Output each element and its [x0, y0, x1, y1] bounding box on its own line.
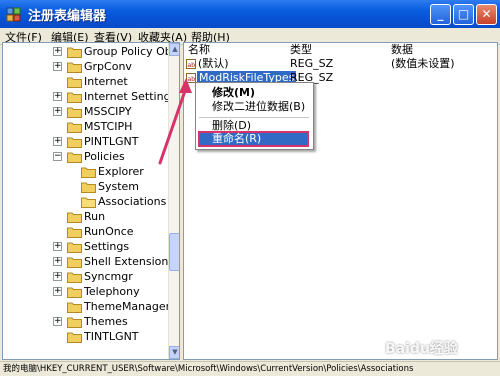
tree-item[interactable]: + Telephony	[3, 284, 167, 299]
tree-item-label: Group Policy Object	[84, 45, 179, 58]
maximize-icon[interactable]: □	[453, 4, 474, 25]
folder-icon	[67, 257, 82, 268]
expand-icon[interactable]: +	[53, 137, 62, 146]
folder-icon	[67, 242, 82, 253]
folder-icon	[67, 122, 82, 133]
folder-icon	[67, 287, 82, 298]
svg-text:ab: ab	[187, 61, 195, 69]
minimize-icon[interactable]: _	[430, 4, 451, 25]
expand-icon[interactable]: +	[53, 242, 62, 251]
tree-item-label: MSTCIPH	[84, 120, 133, 133]
menu-item-modify[interactable]: 修改(M)	[212, 85, 255, 100]
tree-item-label: MSSCIPY	[84, 105, 132, 118]
folder-icon	[67, 107, 82, 118]
value-name: (默认)	[198, 57, 229, 70]
folder-icon	[81, 182, 96, 193]
folder-icon	[67, 47, 82, 58]
expand-icon[interactable]: +	[53, 317, 62, 326]
expand-icon[interactable]: +	[53, 287, 62, 296]
folder-icon	[67, 227, 82, 238]
tree-item[interactable]: MSTCIPH	[3, 119, 167, 134]
collapse-icon[interactable]: −	[53, 152, 62, 161]
regedit-window: 注册表编辑器 _ □ ✕ 文件(F) 编辑(E) 查看(V) 收藏夹(A) 帮助…	[0, 0, 500, 376]
tree-item[interactable]: TINTLGNT	[3, 329, 167, 344]
folder-icon	[67, 272, 82, 283]
tree-item[interactable]: + Shell Extensions	[3, 254, 174, 269]
folder-icon	[67, 62, 82, 73]
folder-icon	[67, 92, 82, 103]
menu-item-modify-binary[interactable]: 修改二进位数据(B)	[212, 99, 305, 114]
folder-icon	[67, 302, 82, 313]
window-title: 注册表编辑器	[28, 9, 107, 24]
column-header-type[interactable]: 类型	[290, 43, 312, 57]
key-tree-pane[interactable]: + Group Policy Object + GrpConv Internet + Int…	[2, 42, 180, 360]
folder-icon	[67, 137, 82, 148]
tree-item[interactable]: + Syncmgr	[3, 269, 167, 284]
tree-item-label: GrpConv	[84, 60, 132, 73]
folder-icon	[67, 152, 82, 163]
tree-item[interactable]: + Settings	[3, 239, 167, 254]
tree-item-label: Internet Settings	[84, 90, 177, 103]
tree-item-label: Shell Extensions	[84, 255, 175, 268]
expand-icon[interactable]: +	[53, 272, 62, 281]
scroll-up-icon[interactable]: ▲	[169, 43, 179, 56]
value-type: REG_SZ	[290, 57, 334, 70]
tree-item[interactable]: + PINTLGNT	[3, 134, 167, 149]
tree-item-label: TINTLGNT	[84, 330, 139, 343]
folder-icon	[81, 197, 96, 208]
tree-scrollbar[interactable]: ▲ ▼	[168, 43, 179, 359]
status-path: 我的电脑\HKEY_CURRENT_USER\Software\Microsof…	[3, 364, 414, 374]
tree-item-label: Telephony	[84, 285, 140, 298]
folder-icon	[67, 332, 82, 343]
folder-icon	[67, 317, 82, 328]
tree-item[interactable]: ThemeManager	[3, 299, 171, 314]
scroll-down-icon[interactable]: ▼	[169, 346, 179, 359]
tree-item[interactable]: Run	[3, 209, 167, 224]
tree-item-label: System	[98, 180, 140, 193]
expand-icon[interactable]: +	[53, 62, 62, 71]
folder-icon	[67, 212, 82, 223]
tree-item-label: PINTLGNT	[84, 135, 139, 148]
expand-icon[interactable]: +	[53, 257, 62, 266]
value-data: (数值未设置)	[391, 57, 455, 70]
menu-item-rename[interactable]: 重命名(R)	[212, 131, 261, 146]
tree-item-label: Settings	[84, 240, 130, 253]
tree-item-label: Run	[84, 210, 106, 223]
tree-item-label: Themes	[84, 315, 128, 328]
tree-item[interactable]: + Internet Settings	[3, 89, 176, 104]
scroll-thumb[interactable]	[169, 233, 179, 271]
folder-icon	[67, 77, 82, 88]
tree-item-label: ThemeManager	[84, 300, 171, 313]
tree-item[interactable]: Associations	[3, 194, 167, 209]
tree-item[interactable]: Explorer	[3, 164, 167, 179]
title-bar[interactable]: 注册表编辑器 _ □ ✕	[0, 0, 500, 29]
tree-item-label: Syncmgr	[84, 270, 133, 283]
expand-icon[interactable]: +	[53, 92, 62, 101]
expand-icon[interactable]: +	[53, 107, 62, 116]
status-bar: 我的电脑\HKEY_CURRENT_USER\Software\Microsof…	[0, 361, 500, 376]
tree-item[interactable]: − Policies	[3, 149, 167, 164]
column-header-name[interactable]: 名称	[188, 43, 210, 57]
tree-item[interactable]: + Group Policy Object	[3, 44, 179, 59]
tree-item-label: Policies	[84, 150, 125, 163]
tree-item[interactable]: + Themes	[3, 314, 167, 329]
tree-item[interactable]: System	[3, 179, 167, 194]
expand-icon[interactable]: +	[53, 47, 62, 56]
tree-item-label: Explorer	[98, 165, 144, 178]
close-icon[interactable]: ✕	[476, 4, 497, 25]
tree-item[interactable]: + MSSCIPY	[3, 104, 167, 119]
value-row[interactable]: ab (默认) REG_SZ (数值未设置)	[186, 57, 496, 71]
watermark-logo: Baidu经验	[385, 341, 458, 357]
tree-item-label: Associations	[98, 195, 167, 208]
folder-icon	[81, 167, 96, 178]
regedit-app-icon	[6, 7, 21, 22]
tree-item[interactable]: Internet	[3, 74, 167, 89]
context-menu: 修改(M) 修改二进位数据(B) 删除(D) 重命名(R)	[195, 82, 314, 150]
string-value-icon: ab	[186, 59, 196, 69]
tree-item-label: Internet	[84, 75, 128, 88]
tree-item[interactable]: RunOnce	[3, 224, 167, 239]
tree-item-label: RunOnce	[84, 225, 134, 238]
tree-item[interactable]: + GrpConv	[3, 59, 167, 74]
column-header-data[interactable]: 数据	[391, 43, 413, 57]
